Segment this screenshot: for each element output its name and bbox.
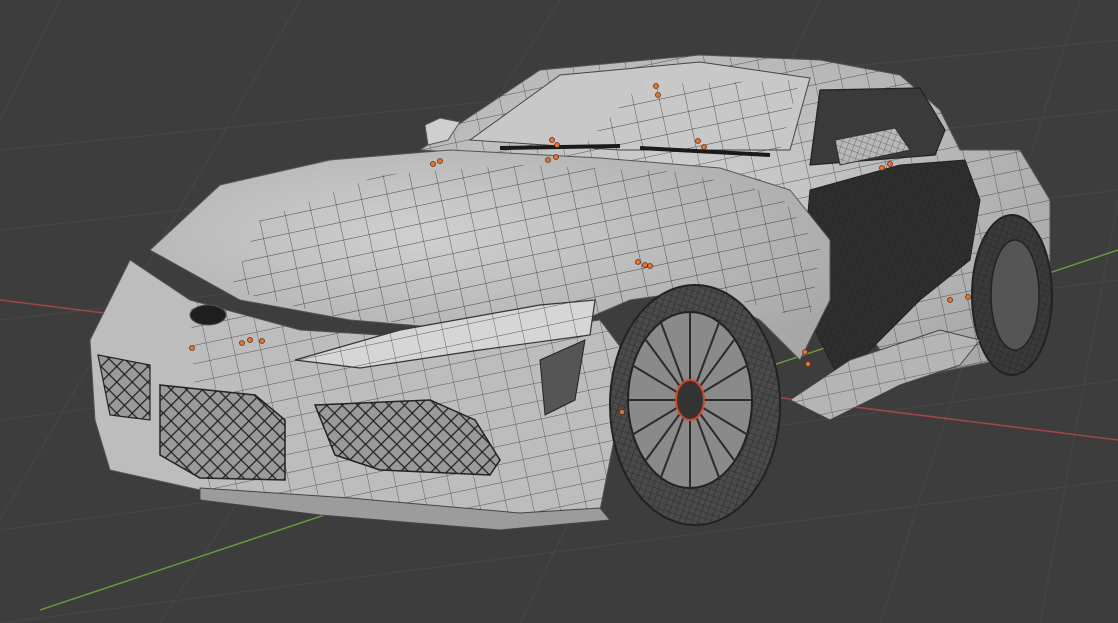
front-wheel[interactable] (609, 284, 781, 526)
front-badge-icon (189, 304, 227, 326)
3d-viewport[interactable] (0, 0, 1118, 623)
rear-wheel[interactable] (971, 214, 1053, 376)
viewport-canvas[interactable] (0, 0, 1118, 623)
car-mesh[interactable] (89, 54, 1053, 531)
wiper-left (499, 144, 621, 150)
